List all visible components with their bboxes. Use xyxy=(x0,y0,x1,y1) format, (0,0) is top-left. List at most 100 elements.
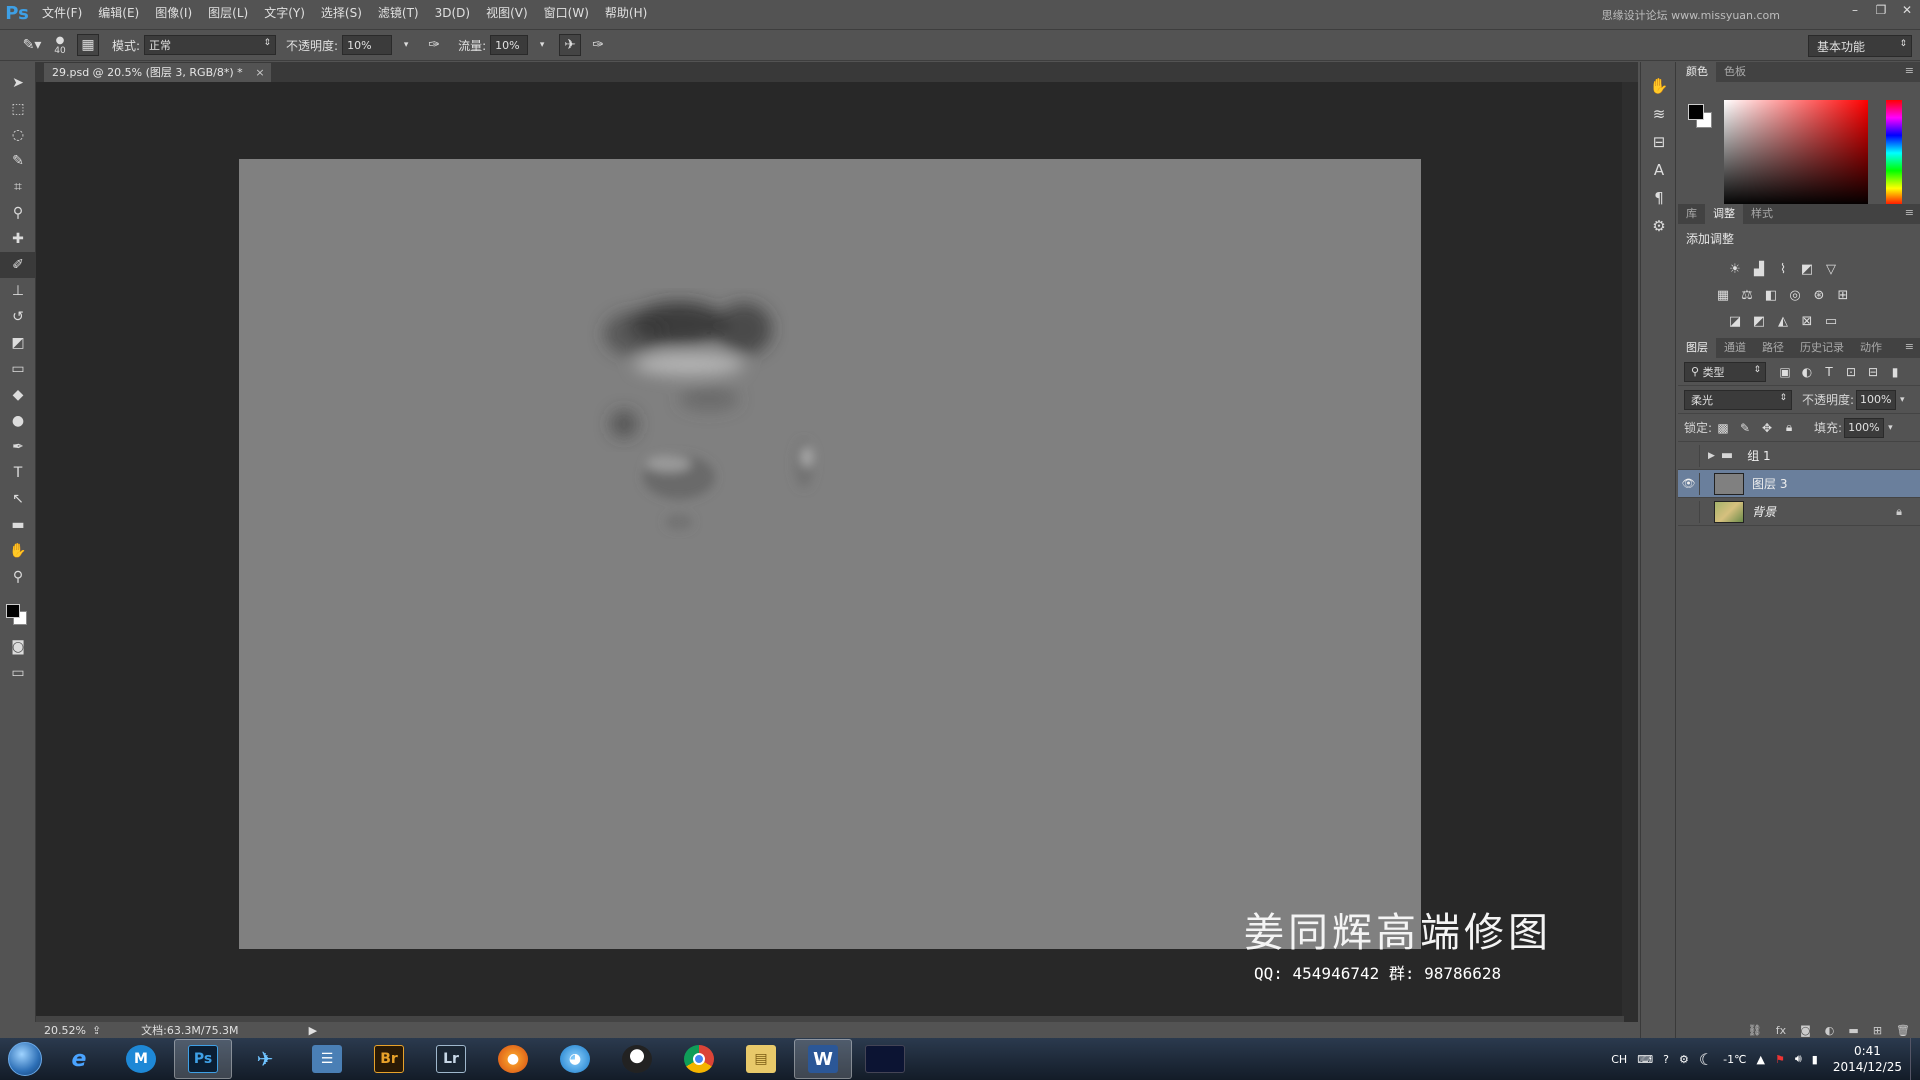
clone-stamp-tool-icon[interactable]: ⊥ xyxy=(0,278,36,304)
pressure-opacity-icon[interactable]: ✑ xyxy=(423,34,445,56)
fx-icon[interactable]: fx xyxy=(1776,1024,1786,1037)
taskbar-media[interactable] xyxy=(856,1039,914,1079)
vibrance-icon[interactable]: ▽ xyxy=(1820,259,1842,279)
network-icon[interactable]: ▮ xyxy=(1812,1053,1818,1066)
export-icon[interactable]: ⇪ xyxy=(92,1024,101,1037)
type-tool-icon[interactable]: T xyxy=(0,460,36,486)
layer-row-background[interactable]: 背景 🔒︎ xyxy=(1678,498,1920,526)
layer-row-layer3[interactable]: 👁︎ 图层 3 xyxy=(1678,470,1920,498)
lock-position-icon[interactable]: ✥ xyxy=(1756,418,1778,438)
taskbar-ie[interactable]: e xyxy=(50,1039,108,1079)
path-select-tool-icon[interactable]: ↖ xyxy=(0,486,36,512)
start-button[interactable] xyxy=(0,1038,50,1080)
menu-select[interactable]: 选择(S) xyxy=(313,0,370,27)
paragraph-panel-icon[interactable]: ¶ xyxy=(1641,184,1677,212)
app-logo[interactable]: Ps xyxy=(0,0,34,27)
taskbar-feiq[interactable]: ✈ xyxy=(236,1039,294,1079)
filter-shape-icon[interactable]: ⊡ xyxy=(1840,362,1862,382)
blur-tool-icon[interactable]: ◆ xyxy=(0,382,36,408)
filter-toggle-icon[interactable]: ▮ xyxy=(1884,362,1906,382)
clock[interactable]: 0:41 2014/12/25 xyxy=(1833,1043,1902,1075)
lock-image-icon[interactable]: ✎ xyxy=(1734,418,1756,438)
quick-mask-icon[interactable]: ◙ xyxy=(0,634,36,660)
tab-paths[interactable]: 路径 xyxy=(1754,338,1792,358)
foreground-color-swatch[interactable] xyxy=(1688,104,1704,120)
tab-history[interactable]: 历史记录 xyxy=(1792,338,1852,358)
eyedropper-tool-icon[interactable]: ⚲ xyxy=(0,200,36,226)
blend-mode-select[interactable]: 柔光 ⇕ xyxy=(1684,389,1792,410)
new-layer-icon[interactable]: ⊞ xyxy=(1873,1024,1882,1037)
gradient-map-icon[interactable]: ▭ xyxy=(1820,311,1842,331)
menu-file[interactable]: 文件(F) xyxy=(34,0,90,27)
exposure-icon[interactable]: ◩ xyxy=(1796,259,1818,279)
help-icon[interactable]: ? xyxy=(1663,1053,1669,1066)
brush-panel-toggle-icon[interactable]: ▦ xyxy=(77,34,99,56)
tab-channels[interactable]: 通道 xyxy=(1716,338,1754,358)
color-spectrum[interactable] xyxy=(1724,100,1868,206)
taskbar-im[interactable]: ◕ xyxy=(546,1039,604,1079)
lock-all-icon[interactable]: 🔒︎ xyxy=(1778,418,1800,438)
hand-tool-icon[interactable]: ✋ xyxy=(0,538,36,564)
lasso-tool-icon[interactable]: ◌ xyxy=(0,122,36,148)
color-balance-icon[interactable]: ⚖ xyxy=(1736,285,1758,305)
taskbar-photoshop[interactable]: Ps xyxy=(174,1039,232,1079)
menu-3d[interactable]: 3D(D) xyxy=(427,0,478,27)
lock-transparent-icon[interactable]: ▩ xyxy=(1712,418,1734,438)
keyboard-icon[interactable]: ⌨ xyxy=(1637,1053,1653,1066)
image-canvas[interactable] xyxy=(239,159,1421,949)
menu-view[interactable]: 视图(V) xyxy=(478,0,536,27)
curves-icon[interactable]: ⌇ xyxy=(1772,259,1794,279)
document-tab[interactable]: 29.psd @ 20.5% (图层 3, RGB/8*) * × xyxy=(44,63,271,82)
tray-expand-icon[interactable]: ▲ xyxy=(1756,1053,1764,1066)
levels-icon[interactable]: ▟ xyxy=(1748,259,1770,279)
move-tool-icon[interactable]: ➤ xyxy=(0,70,36,96)
screen-mode-icon[interactable]: ▭ xyxy=(0,660,36,686)
flow-dropdown-icon[interactable]: ▾ xyxy=(531,34,553,56)
tab-actions[interactable]: 动作 xyxy=(1852,338,1890,358)
healing-brush-tool-icon[interactable]: ✚ xyxy=(0,226,36,252)
menu-type[interactable]: 文字(Y) xyxy=(256,0,313,27)
threshold-icon[interactable]: ◭ xyxy=(1772,311,1794,331)
photo-filter-icon[interactable]: ◎ xyxy=(1784,285,1806,305)
vertical-scrollbar[interactable] xyxy=(1622,82,1638,1029)
brush-presets-icon[interactable]: ≋ xyxy=(1641,100,1677,128)
pen-tool-icon[interactable]: ✒ xyxy=(0,434,36,460)
hue-slider[interactable] xyxy=(1886,100,1902,206)
fill-input[interactable]: 100% xyxy=(1844,417,1885,438)
black-white-icon[interactable]: ◧ xyxy=(1760,285,1782,305)
color-lookup-icon[interactable]: ⊞ xyxy=(1832,285,1854,305)
color-swatches[interactable] xyxy=(0,590,35,634)
gradient-tool-icon[interactable]: ▭ xyxy=(0,356,36,382)
ime-settings-icon[interactable]: ⚙ xyxy=(1679,1053,1689,1066)
mask-icon[interactable]: ◙ xyxy=(1800,1024,1811,1037)
tab-layers[interactable]: 图层 xyxy=(1678,338,1716,358)
close-tab-icon[interactable]: × xyxy=(255,63,264,82)
properties-icon[interactable]: ⚙ xyxy=(1641,212,1677,240)
show-desktop-button[interactable] xyxy=(1910,1038,1920,1080)
volume-icon[interactable]: 🔊︎ xyxy=(1795,1052,1802,1066)
taskbar-chrome[interactable] xyxy=(670,1039,728,1079)
history-brush-tool-icon[interactable]: ↺ xyxy=(0,304,36,330)
tab-library[interactable]: 库 xyxy=(1678,204,1705,224)
eye-icon[interactable]: 👁︎ xyxy=(1678,472,1700,495)
airbrush-icon[interactable]: ✈ xyxy=(559,34,582,56)
menu-image[interactable]: 图像(I) xyxy=(147,0,200,27)
menu-help[interactable]: 帮助(H) xyxy=(597,0,655,27)
foreground-color-swatch[interactable] xyxy=(6,604,20,618)
brush-size-picker[interactable]: ● 40 xyxy=(46,32,74,58)
marquee-tool-icon[interactable]: ⬚ xyxy=(0,96,36,122)
restore-icon[interactable]: ❐ xyxy=(1868,0,1894,20)
posterize-icon[interactable]: ◩ xyxy=(1748,311,1770,331)
brush-panel-icon[interactable]: ✋ xyxy=(1641,72,1677,100)
eraser-tool-icon[interactable]: ◩ xyxy=(0,330,36,356)
adjustment-layer-icon[interactable]: ◐ xyxy=(1825,1024,1835,1037)
taskbar-explorer[interactable]: ☰ xyxy=(298,1039,356,1079)
dropdown-arrow-icon[interactable]: ▾ xyxy=(1900,395,1905,405)
tab-adjustments[interactable]: 调整 xyxy=(1705,204,1743,224)
invert-icon[interactable]: ◪ xyxy=(1724,311,1746,331)
taskbar-lightroom[interactable]: Lr xyxy=(422,1039,480,1079)
filter-type-icon[interactable]: T xyxy=(1818,362,1840,382)
brightness-icon[interactable]: ☀ xyxy=(1724,259,1746,279)
tab-styles[interactable]: 样式 xyxy=(1743,204,1781,224)
layer-row-group1[interactable]: ▶ ▬ 组 1 xyxy=(1678,442,1920,470)
